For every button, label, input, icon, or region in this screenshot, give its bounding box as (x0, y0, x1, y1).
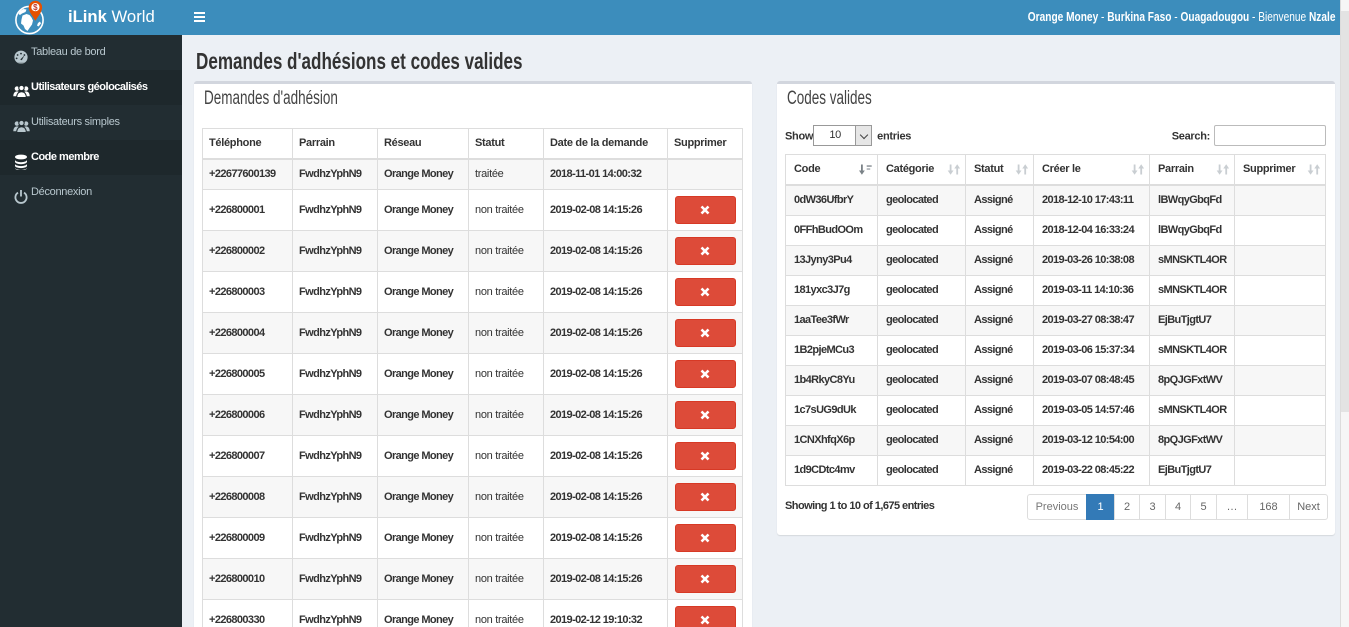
svg-text:$: $ (33, 3, 38, 12)
